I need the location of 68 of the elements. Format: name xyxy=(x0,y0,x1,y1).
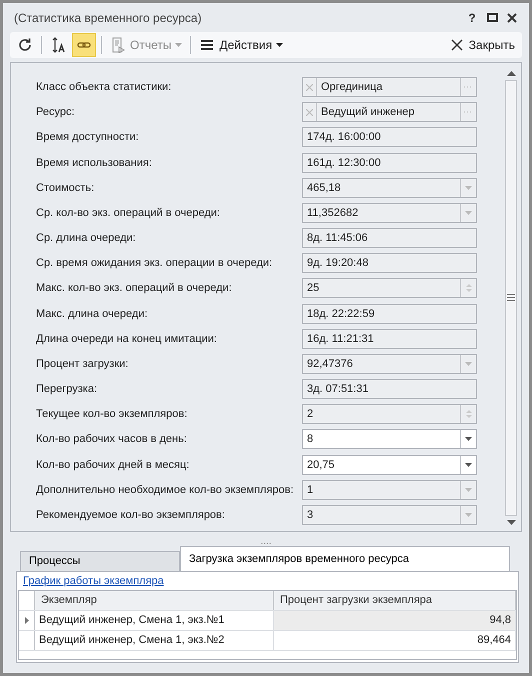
field-label: Перегрузка: xyxy=(36,383,98,396)
spin-field[interactable]: 25 xyxy=(302,278,477,298)
field-label: Макс. кол-во экз. операций в очереди: xyxy=(36,282,233,294)
dropdown-field[interactable]: 3 xyxy=(302,504,477,525)
dropdown-field[interactable]: 20,75 xyxy=(302,454,477,475)
dropdown-field[interactable]: 8 xyxy=(302,429,477,450)
text-field[interactable]: 8д. 11:45:06 xyxy=(302,228,477,248)
field-label: Ресурс: xyxy=(36,106,76,118)
dropdown-field[interactable]: 465,18 xyxy=(302,178,477,198)
window-title: (Статистика временного ресурса) xyxy=(14,10,203,25)
caret-icon xyxy=(175,43,182,48)
clear-icon xyxy=(306,108,313,116)
field-label: Ср. длина очереди: xyxy=(36,232,137,244)
table-cell: 94,8 xyxy=(274,610,516,630)
scrollbar[interactable] xyxy=(503,70,519,525)
lookup-field[interactable]: Оргединица xyxy=(302,77,477,98)
caret-icon xyxy=(465,186,472,190)
dropdown-field[interactable]: 11,352682 xyxy=(302,202,477,223)
spin-field[interactable]: 2 xyxy=(302,404,477,424)
caret-icon xyxy=(276,43,284,48)
column-header[interactable]: Экземпляр xyxy=(35,590,274,610)
clear-icon xyxy=(306,84,313,91)
current-row-icon xyxy=(24,616,28,624)
dropdown-field[interactable]: 92,47376 xyxy=(302,354,477,374)
column-header[interactable]: Процент загрузки экземпляра xyxy=(274,590,516,610)
text-field[interactable]: 3д. 07:51:31 xyxy=(302,379,477,400)
field-label: Текущее кол-во экземпляров: xyxy=(36,408,188,420)
actions-menu-button[interactable]: Действия xyxy=(196,33,286,58)
close-button[interactable]: Закрыть xyxy=(446,33,518,58)
caret-icon xyxy=(465,210,472,215)
field-label: Стоимость: xyxy=(36,182,96,194)
tab[interactable]: Загрузка экземпляров временного ресурса xyxy=(180,546,510,571)
field-label: Дополнительно необходимое кол-во экземпляров: xyxy=(36,484,295,496)
text-field[interactable]: 161д. 12:30:00 xyxy=(302,152,477,173)
caret-icon xyxy=(465,437,472,442)
text-field[interactable]: 18д. 22:22:59 xyxy=(302,304,477,324)
field-label: Ср. кол-во экз. операций в очереди: xyxy=(36,206,221,219)
field-label: Длина очереди на конец имитации: xyxy=(36,332,218,345)
lookup-field[interactable]: Ведущий инженер xyxy=(302,102,477,122)
field-label: Время использования: xyxy=(36,156,153,169)
caret-icon xyxy=(465,512,472,517)
dropdown-field[interactable]: 1 xyxy=(302,480,477,500)
spin-arrows-icon xyxy=(466,409,472,420)
sort-icon xyxy=(50,37,66,54)
link-button[interactable] xyxy=(72,33,96,58)
field-label: Кол-во рабочих часов в день: xyxy=(36,433,188,446)
field-label: Время доступности: xyxy=(36,131,140,144)
report-icon xyxy=(110,37,126,54)
text-field[interactable]: 16д. 11:21:31 xyxy=(302,328,477,349)
text-field[interactable]: 9д. 19:20:48 xyxy=(302,253,477,274)
grip-icon xyxy=(507,294,515,302)
refresh-icon xyxy=(17,37,33,54)
caret-icon xyxy=(465,488,472,492)
caret-icon xyxy=(465,362,472,366)
field-label: Ср. время ожидания экз. операции в очереди: xyxy=(36,257,274,270)
spin-arrows-icon xyxy=(466,283,472,294)
field-label: Процент загрузки: xyxy=(36,358,130,370)
field-label: Класс объекта статистики: xyxy=(36,81,172,94)
scroll-down-icon[interactable] xyxy=(506,520,516,525)
tab[interactable]: Процессы xyxy=(20,550,180,571)
schedule-link[interactable]: График работы экземпляра xyxy=(17,572,170,590)
help-button[interactable]: ? xyxy=(464,10,480,26)
text-field[interactable]: 174д. 16:00:00 xyxy=(302,127,477,148)
caret-icon xyxy=(465,462,472,467)
field-label: Рекомендуемое кол-во экземпляров: xyxy=(36,508,226,521)
scroll-up-icon[interactable] xyxy=(506,70,516,76)
field-label: Кол-во рабочих дней в месяц: xyxy=(36,458,190,471)
field-label: Макс. длина очереди: xyxy=(36,308,149,320)
